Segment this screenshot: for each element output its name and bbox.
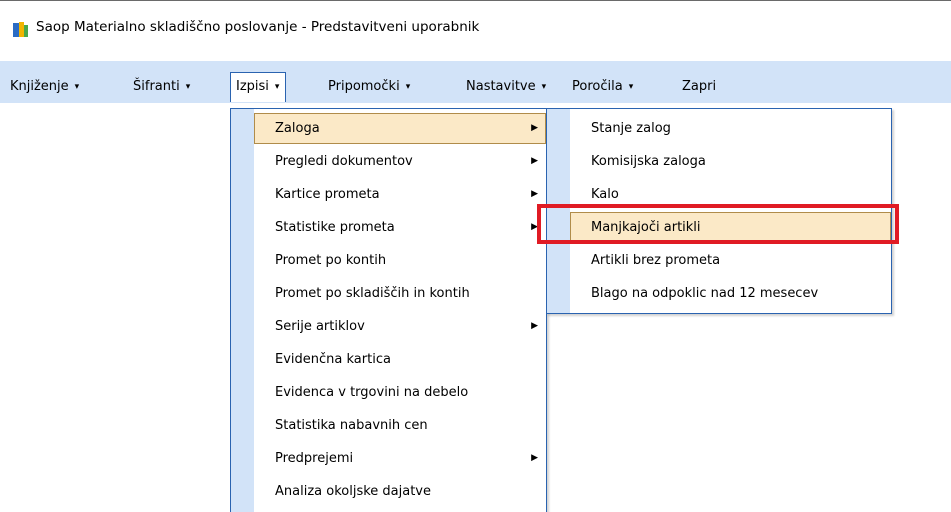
menu-nastavitve-label: Nastavitve xyxy=(466,79,536,94)
menu-zapri[interactable]: Zapri xyxy=(682,79,716,94)
menu-sifranti[interactable]: Šifranti ▾ xyxy=(133,79,190,94)
chevron-down-icon: ▾ xyxy=(405,82,411,92)
menu-pripomocki-label: Pripomočki xyxy=(328,79,400,94)
menu-izpisi-label: Izpisi xyxy=(236,79,269,94)
zaloga-submenu: Stanje zalog Komisijska zaloga Kalo Manj… xyxy=(546,108,892,314)
window-title: Saop Materialno skladiščno poslovanje - … xyxy=(36,19,480,35)
menu-item-predprejemi[interactable]: Predprejemi ▶ xyxy=(254,443,546,474)
menu-item-analiza-okoljske-dajatve[interactable]: Analiza okoljske dajatve xyxy=(254,476,546,507)
menu-item-label: Artikli brez prometa xyxy=(591,253,721,268)
menu-sifranti-label: Šifranti xyxy=(133,79,180,94)
menu-item-statistike-prometa[interactable]: Statistike prometa ▶ xyxy=(254,212,546,243)
menu-knjizenje[interactable]: Knjiženje ▾ xyxy=(10,79,79,94)
submenu-item-manjkajoci-artikli[interactable]: Manjkajoči artikli xyxy=(570,212,891,243)
menu-zapri-label: Zapri xyxy=(682,79,717,94)
app-icon xyxy=(13,22,28,37)
menu-item-evidenca-trgovina[interactable]: Evidenca v trgovini na debelo xyxy=(254,377,546,408)
submenu-item-kalo[interactable]: Kalo xyxy=(570,179,891,210)
menu-item-label: Analiza okoljske dajatve xyxy=(275,484,431,499)
submenu-arrow-icon: ▶ xyxy=(531,453,538,463)
menu-item-label: Zaloga xyxy=(275,121,320,136)
menu-item-statistika-nabavnih-cen[interactable]: Statistika nabavnih cen xyxy=(254,410,546,441)
menu-item-label: Kalo xyxy=(591,187,619,202)
menu-knjizenje-label: Knjiženje xyxy=(10,79,69,94)
menu-item-label: Manjkajoči artikli xyxy=(591,220,701,235)
menu-icon-strip xyxy=(231,109,254,512)
menu-item-label: Evidenca v trgovini na debelo xyxy=(275,385,469,400)
menu-bar: Knjiženje ▾ Šifranti ▾ Izpisi ▾ Pripomočki ▾… xyxy=(0,61,951,103)
menu-item-label: Evidenčna kartica xyxy=(275,352,391,367)
menu-item-pregledi-dokumentov[interactable]: Pregledi dokumentov ▶ xyxy=(254,146,546,177)
menu-porocila-label: Poročila xyxy=(572,79,623,94)
menu-nastavitve[interactable]: Nastavitve ▾ xyxy=(466,79,546,94)
submenu-arrow-icon: ▶ xyxy=(531,156,538,166)
menu-item-label: Statistika nabavnih cen xyxy=(275,418,428,433)
menu-item-label: Kartice prometa xyxy=(275,187,380,202)
menu-item-promet-po-skladiscih[interactable]: Promet po skladiščih in kontih xyxy=(254,278,546,309)
submenu-item-komisijska-zaloga[interactable]: Komisijska zaloga xyxy=(570,146,891,177)
submenu-arrow-icon: ▶ xyxy=(531,123,538,133)
submenu-item-stanje-zalog[interactable]: Stanje zalog xyxy=(570,113,891,144)
title-bar: Saop Materialno skladiščno poslovanje - … xyxy=(0,1,951,51)
menu-item-serije-artiklov[interactable]: Serije artiklov ▶ xyxy=(254,311,546,342)
submenu-arrow-icon: ▶ xyxy=(531,321,538,331)
menu-item-promet-po-kontih[interactable]: Promet po kontih xyxy=(254,245,546,276)
menu-item-label: Stanje zalog xyxy=(591,121,671,136)
chevron-down-icon: ▾ xyxy=(274,82,280,92)
menu-item-evidencna-kartica[interactable]: Evidenčna kartica xyxy=(254,344,546,375)
menu-item-label: Statistike prometa xyxy=(275,220,395,235)
menu-porocila[interactable]: Poročila ▾ xyxy=(572,79,633,94)
chevron-down-icon: ▾ xyxy=(185,82,191,92)
menu-item-label: Pregledi dokumentov xyxy=(275,154,413,169)
chevron-down-icon: ▾ xyxy=(74,82,80,92)
submenu-arrow-icon: ▶ xyxy=(531,189,538,199)
menu-item-zaloga[interactable]: Zaloga ▶ xyxy=(254,113,546,144)
submenu-item-artikli-brez-prometa[interactable]: Artikli brez prometa xyxy=(570,245,891,276)
menu-item-label: Predprejemi xyxy=(275,451,354,466)
submenu-arrow-icon: ▶ xyxy=(531,222,538,232)
menu-izpisi[interactable]: Izpisi ▾ xyxy=(230,72,287,102)
menu-item-label: Serije artiklov xyxy=(275,319,365,334)
chevron-down-icon: ▾ xyxy=(541,82,547,92)
submenu-item-blago-na-odpoklic[interactable]: Blago na odpoklic nad 12 mesecev xyxy=(570,278,891,309)
menu-item-label: Komisijska zaloga xyxy=(591,154,706,169)
menu-pripomocki[interactable]: Pripomočki ▾ xyxy=(328,79,410,94)
menu-item-label: Promet po kontih xyxy=(275,253,387,268)
menu-item-label: Blago na odpoklic nad 12 mesecev xyxy=(591,286,819,301)
menu-item-label: Promet po skladiščih in kontih xyxy=(275,286,470,301)
menu-icon-strip xyxy=(547,109,570,313)
izpisi-dropdown: Zaloga ▶ Pregledi dokumentov ▶ Kartice pro… xyxy=(230,108,547,512)
menu-item-kartice-prometa[interactable]: Kartice prometa ▶ xyxy=(254,179,546,210)
chevron-down-icon: ▾ xyxy=(628,82,634,92)
